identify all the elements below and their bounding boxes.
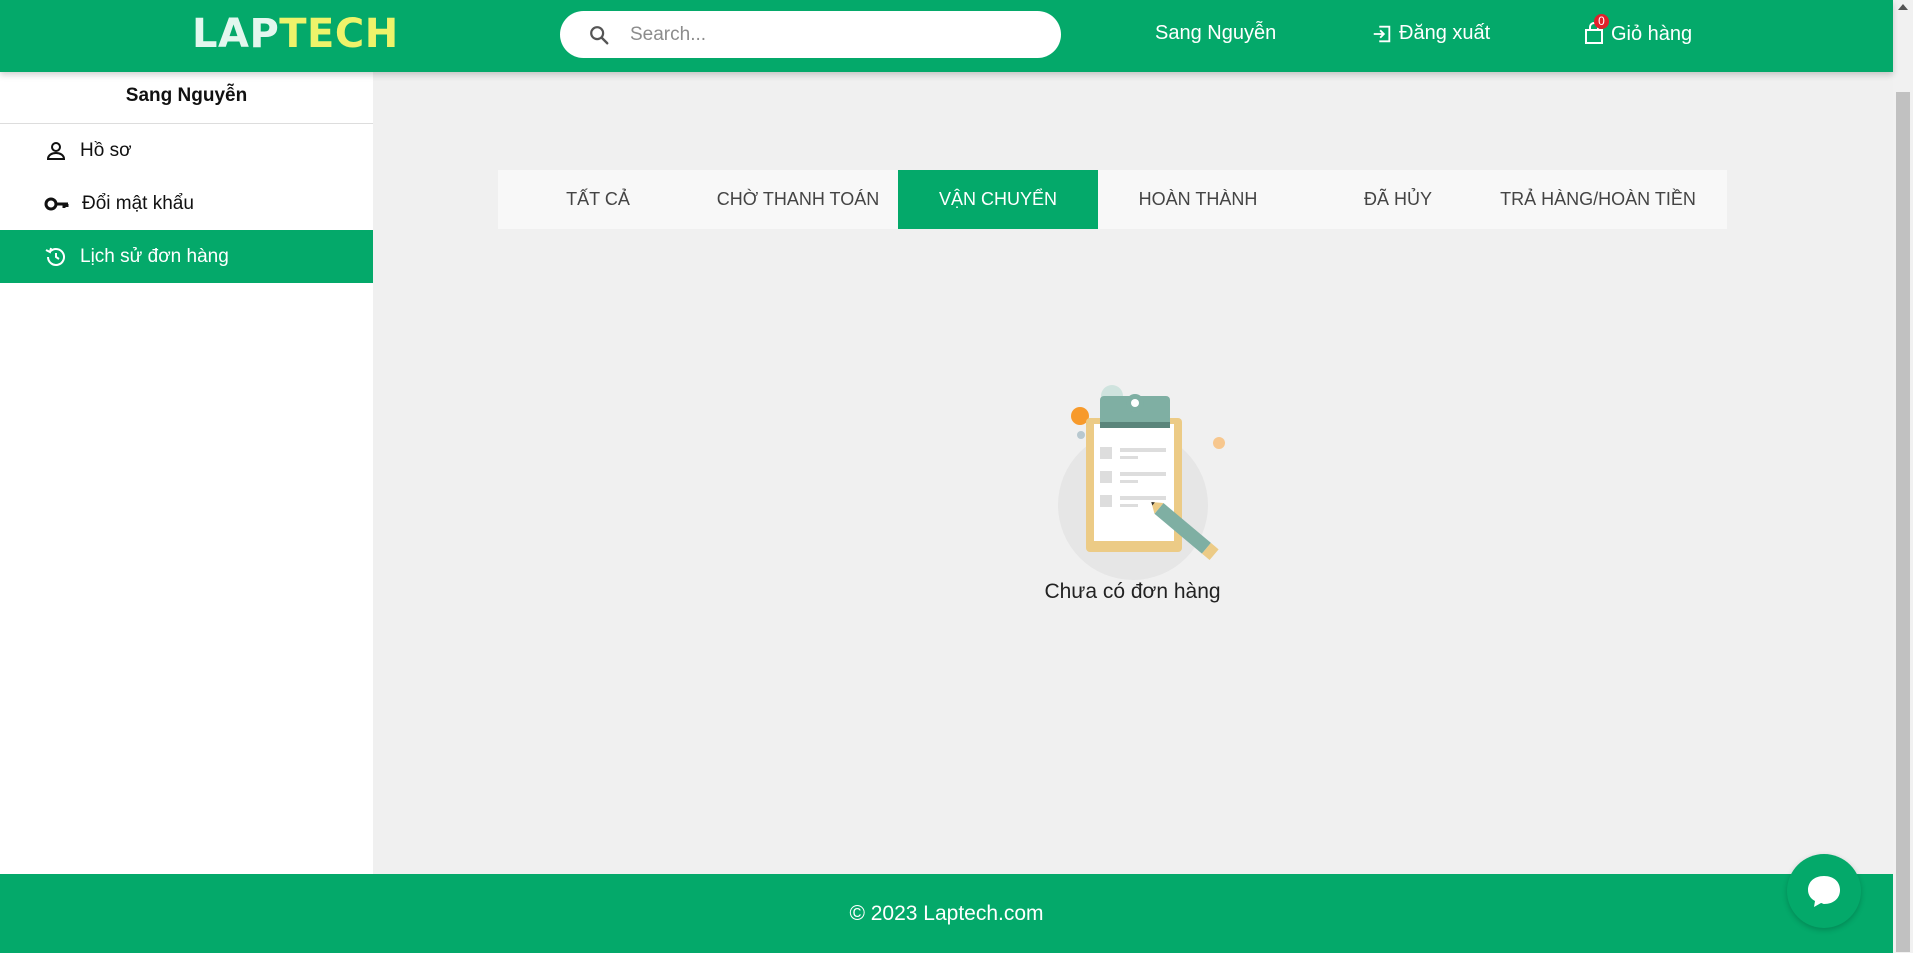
search-bar: [560, 11, 1061, 58]
sidebar-item-order-history[interactable]: Lịch sử đơn hàng: [0, 230, 373, 283]
tab-all[interactable]: TẤT CẢ: [498, 170, 698, 229]
empty-orders-message: Chưa có đơn hàng: [1044, 580, 1221, 603]
account-sidebar: Sang Nguyễn Hồ sơ Đổi mật khẩu Lịch sử đ…: [0, 72, 373, 874]
logout-label: Đăng xuất: [1399, 22, 1491, 44]
empty-orders-illustration: [1030, 380, 1230, 610]
tab-completed[interactable]: HOÀN THÀNH: [1098, 170, 1298, 229]
key-icon: [44, 197, 69, 210]
cart-button[interactable]: 0 Giỏ hàng: [1583, 14, 1693, 46]
cart-count-badge: 0: [1594, 14, 1609, 29]
sidebar-item-change-password[interactable]: Đổi mật khẩu: [0, 177, 373, 230]
logo[interactable]: LAPTECH: [192, 12, 399, 56]
scroll-up-arrow-icon[interactable]: [1898, 4, 1908, 10]
logo-part-1: LAP: [192, 11, 280, 57]
logout-button[interactable]: Đăng xuất: [1371, 22, 1490, 45]
clipboard-icon: [1058, 385, 1225, 580]
tab-return-refund[interactable]: TRẢ HÀNG/HOÀN TIỀN: [1498, 170, 1698, 229]
header-user-name: Sang Nguyễn: [1155, 22, 1277, 44]
tab-pending-payment[interactable]: CHỜ THANH TOÁN: [698, 170, 898, 229]
page-scrollbar[interactable]: [1893, 0, 1913, 953]
tab-cancelled[interactable]: ĐÃ HỦY: [1298, 170, 1498, 229]
cart-label: Giỏ hàng: [1611, 22, 1693, 45]
search-icon[interactable]: [588, 24, 610, 46]
footer-copyright: © 2023 Laptech.com: [849, 902, 1044, 925]
history-icon: [45, 247, 65, 266]
cart-icon-wrap: 0: [1583, 14, 1609, 46]
sidebar-item-label: Hồ sơ: [80, 139, 132, 161]
sidebar-item-label: Đổi mật khẩu: [82, 192, 194, 214]
sidebar-item-profile[interactable]: Hồ sơ: [0, 124, 373, 177]
sidebar-item-label: Lịch sử đơn hàng: [80, 245, 229, 267]
tab-shipping[interactable]: VẬN CHUYỂN: [898, 170, 1098, 229]
person-icon: [46, 141, 66, 160]
sidebar-user-name: Sang Nguyễn: [0, 72, 373, 124]
footer: © 2023 Laptech.com: [0, 874, 1893, 953]
chat-icon: [1808, 876, 1840, 907]
search-input[interactable]: [630, 19, 1030, 50]
header-user-link[interactable]: Sang Nguyễn: [1155, 22, 1276, 45]
order-status-tabs: TẤT CẢ CHỜ THANH TOÁN VẬN CHUYỂN HOÀN TH…: [498, 170, 1727, 229]
chat-button[interactable]: [1787, 854, 1861, 928]
logout-icon: [1373, 25, 1391, 42]
scroll-thumb[interactable]: [1896, 92, 1910, 952]
top-header: LAPTECH Sang Nguyễn Đăng xuất 0 Giỏ hàng: [0, 0, 1893, 72]
logo-part-2: TECH: [279, 11, 399, 57]
